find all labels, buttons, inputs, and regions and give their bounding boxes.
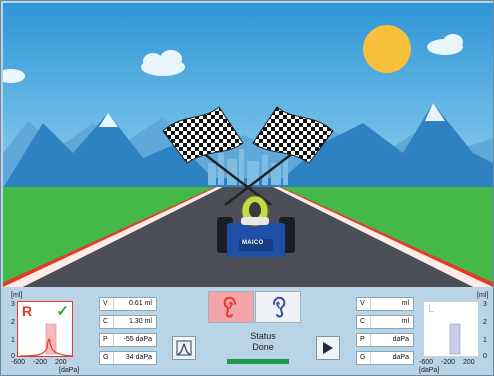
- status-display: Status Done: [223, 331, 303, 353]
- compliance-range-box: [449, 323, 461, 355]
- race-scene: MAICO: [3, 3, 493, 287]
- kart-brand: MAICO: [242, 240, 264, 246]
- value-row-c: C 1.30 ml: [99, 315, 157, 329]
- check-icon: ✓: [56, 303, 69, 320]
- y-tick-label: 2: [483, 319, 487, 326]
- y-tick-label: 0: [483, 353, 487, 360]
- play-button[interactable]: [316, 336, 340, 360]
- y-tick-label: 1: [483, 337, 487, 344]
- value-row-g: GdaPa: [356, 351, 414, 365]
- x-tick-label: -600: [11, 359, 26, 366]
- left-values-table: Vml Cml PdaPa GdaPa: [356, 297, 414, 369]
- left-tymp-x-unit: [daPa]: [419, 367, 440, 374]
- left-tymp-plot: L: [423, 301, 479, 357]
- value-row-g: G 34 daPa: [99, 351, 157, 365]
- value-row-p: P -55 daPa: [99, 333, 157, 347]
- status-label: Status: [250, 331, 276, 341]
- right-ear-icon: [223, 296, 236, 318]
- x-tick-label: -600: [419, 359, 434, 366]
- right-tympanogram: [ml] 3 2 1 0 R ✓ -600 -200 200 [daPa]: [9, 291, 81, 374]
- right-side-letter: R: [22, 303, 33, 319]
- tympanogram-icon: [176, 340, 192, 356]
- sun: [363, 25, 411, 73]
- right-ear-button[interactable]: [208, 291, 254, 323]
- left-ear-icon: [273, 296, 286, 318]
- app-window: MAICO [ml] 3 2 1 0 R ✓ -600 -200 200 [da…: [0, 0, 494, 376]
- value-row-v: Vml: [356, 297, 414, 311]
- x-tick-label: -200: [441, 359, 456, 366]
- right-values-table: V 0.61 ml C 1.30 ml P -55 daPa G 34 daPa: [99, 297, 157, 369]
- right-tymp-plot: R ✓: [17, 301, 73, 357]
- y-tick-label: 3: [483, 301, 487, 308]
- status-progress-bar: [227, 359, 289, 364]
- tympanogram-button[interactable]: [172, 336, 196, 360]
- measurement-panel: [ml] 3 2 1 0 R ✓ -600 -200 200 [daPa] V0…: [3, 287, 493, 375]
- value-row-p: PdaPa: [356, 333, 414, 347]
- y-tick-label: 3: [11, 301, 15, 308]
- value-row-c: Cml: [356, 315, 414, 329]
- play-icon: [323, 342, 333, 354]
- left-tymp-y-unit: [ml]: [477, 292, 489, 299]
- y-tick-label: 1: [11, 337, 15, 344]
- x-tick-label: -200: [33, 359, 48, 366]
- left-tympanogram: [ml] L 3 2 1 0 -600 -200 200 [daPa]: [417, 291, 489, 374]
- left-ear-button[interactable]: [255, 291, 301, 323]
- value-row-v: V 0.61 ml: [99, 297, 157, 311]
- right-tymp-x-unit: [daPa]: [59, 367, 80, 374]
- left-side-letter: L: [428, 303, 435, 315]
- y-tick-label: 2: [11, 319, 15, 326]
- status-value: Done: [252, 342, 274, 352]
- x-tick-label: 200: [55, 359, 67, 366]
- x-tick-label: 200: [463, 359, 475, 366]
- right-tymp-y-unit: [ml]: [11, 292, 23, 299]
- compliance-range-box: [45, 323, 57, 355]
